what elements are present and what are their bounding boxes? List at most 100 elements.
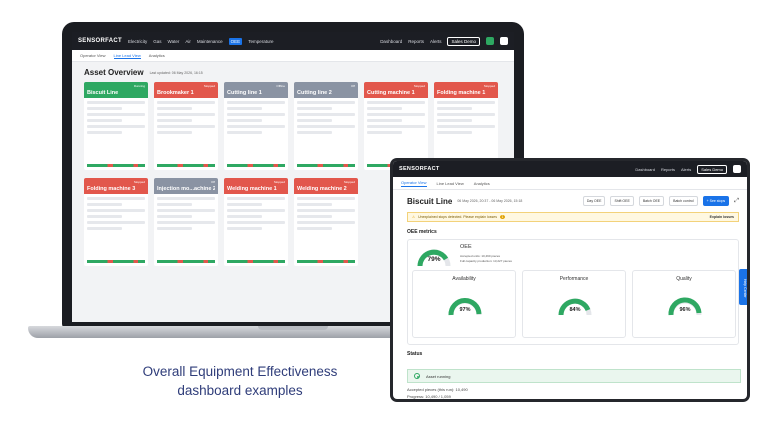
- link-alerts[interactable]: Alerts: [430, 39, 442, 44]
- laptop-logo: SENSORFACT: [78, 38, 123, 44]
- tablet-tab-analytics[interactable]: Analytics: [474, 181, 490, 186]
- shift-oee-button[interactable]: Shift OEE: [610, 196, 634, 206]
- tablet-org-switcher[interactable]: Sales Demo: [697, 164, 727, 174]
- placeholder-line: [227, 215, 262, 218]
- nav-temperature[interactable]: Temperature: [248, 39, 273, 44]
- placeholder-line: [227, 209, 285, 212]
- performance-gauge: 84%: [555, 289, 595, 317]
- org-switcher[interactable]: Sales Demo: [447, 36, 480, 46]
- availability-card: Availability 97%: [412, 270, 516, 338]
- asset-card[interactable]: Off Cutting line 2: [294, 82, 358, 170]
- day-oee-button[interactable]: Day OEE: [582, 196, 606, 206]
- warning-text: Unexplained stops detected. Please expla…: [418, 215, 497, 219]
- placeholder-line: [297, 107, 332, 110]
- placeholder-line: [297, 227, 332, 230]
- tablet-link-dashboard[interactable]: Dashboard: [635, 167, 655, 172]
- link-dashboard[interactable]: Dashboard: [380, 39, 402, 44]
- expand-icon[interactable]: ⤢: [734, 198, 739, 205]
- asset-status: Stopped: [203, 84, 215, 88]
- tablet-tab-operator-view[interactable]: Operator View: [401, 180, 427, 187]
- placeholder-line: [87, 119, 122, 122]
- asset-name: Folding machine 3: [87, 186, 136, 192]
- status-text: Asset running: [426, 373, 451, 379]
- asset-name: Folding machine 1: [437, 90, 486, 96]
- asset-status: Stopped: [413, 84, 425, 88]
- availability-value: 97%: [459, 307, 471, 313]
- nav-air[interactable]: Air: [185, 39, 191, 44]
- batch-control-button[interactable]: Batch control: [669, 196, 698, 206]
- placeholder-line: [227, 197, 285, 200]
- asset-card-header: Stopped Folding machine 1: [434, 82, 498, 98]
- tab-operator-view[interactable]: Operator View: [80, 53, 106, 58]
- timeline-bar: [297, 260, 355, 263]
- asset-status: Off: [211, 180, 215, 184]
- placeholder-line: [227, 113, 285, 116]
- placeholder-line: [87, 215, 122, 218]
- nav-water[interactable]: Water: [168, 39, 180, 44]
- nav-maintenance[interactable]: Maintenance: [197, 39, 223, 44]
- tab-line-lead-view[interactable]: Line Lead View: [113, 53, 141, 59]
- batch-oee-button[interactable]: Batch OEE: [638, 196, 665, 206]
- asset-name: Cutting line 1: [227, 90, 262, 96]
- user-avatar[interactable]: [486, 37, 494, 45]
- performance-label: Performance: [559, 276, 589, 282]
- placeholder-line: [437, 113, 495, 116]
- menu-icon[interactable]: [500, 37, 508, 45]
- placeholder-line: [297, 221, 355, 224]
- quality-gauge: 96%: [665, 289, 705, 317]
- nav-gas[interactable]: Gas: [153, 39, 161, 44]
- asset-card[interactable]: Stopped Folding machine 1: [434, 82, 498, 170]
- nav-oee[interactable]: OEE: [228, 37, 243, 45]
- tablet-link-alerts[interactable]: Alerts: [681, 167, 691, 172]
- asset-card[interactable]: Running Biscuit Line: [84, 82, 148, 170]
- asset-card[interactable]: Stopped Cutting machine 1: [364, 82, 428, 170]
- asset-card[interactable]: Stopped Welding machine 2: [294, 178, 358, 266]
- tablet-screen: SENSORFACT Dashboard Reports Alerts Sale…: [393, 161, 747, 399]
- placeholder-line: [297, 203, 332, 206]
- warning-count-badge: 1: [499, 215, 505, 219]
- asset-status: Stopped: [483, 84, 495, 88]
- timeline-bar: [157, 260, 215, 263]
- oee-metrics-heading: OEE metrics: [407, 229, 437, 235]
- nav-electricity[interactable]: Electricity: [128, 39, 147, 44]
- tablet-tab-line-lead-view[interactable]: Line Lead View: [437, 181, 464, 186]
- link-reports[interactable]: Reports: [408, 39, 424, 44]
- placeholder-line: [227, 131, 262, 134]
- oee-metrics-panel: 79% OEE Accepted units: 10,490 pieces Fu…: [407, 239, 739, 345]
- placeholder-line: [157, 215, 192, 218]
- asset-card-header: Stopped Welding machine 1: [224, 178, 288, 194]
- explain-losses-link[interactable]: Explain losses: [710, 215, 734, 219]
- see-stops-button[interactable]: + See stops: [702, 196, 730, 206]
- placeholder-line: [87, 113, 145, 116]
- placeholder-line: [157, 131, 192, 134]
- accepted-run: Accepted pieces (this run): 10,490: [407, 387, 468, 392]
- placeholder-line: [437, 101, 495, 104]
- tab-analytics[interactable]: Analytics: [149, 53, 165, 58]
- asset-card[interactable]: Stopped Welding machine 1: [224, 178, 288, 266]
- status-heading: Status: [407, 351, 423, 357]
- asset-name: Injection mo...achine 2: [157, 186, 215, 192]
- placeholder-line: [87, 107, 122, 110]
- tablet-menu-icon[interactable]: [733, 165, 741, 173]
- performance-card: Performance 84%: [522, 270, 626, 338]
- quality-value: 96%: [679, 307, 691, 313]
- placeholder-line: [87, 203, 122, 206]
- asset-card[interactable]: Stopped Folding machine 3: [84, 178, 148, 266]
- asset-card-body: [84, 194, 148, 266]
- placeholder-line: [157, 113, 215, 116]
- tablet-mockup: SENSORFACT Dashboard Reports Alerts Sale…: [390, 158, 750, 402]
- help-center-tab[interactable]: Help Center: [739, 269, 747, 305]
- placeholder-line: [157, 107, 192, 110]
- asset-card-body: [224, 194, 288, 266]
- last-updated: Last updated: 06 May 2026, 16:15: [149, 70, 203, 75]
- placeholder-line: [227, 125, 285, 128]
- tablet-link-reports[interactable]: Reports: [661, 167, 675, 172]
- placeholder-line: [157, 101, 215, 104]
- asset-card[interactable]: Offline Cutting line 1: [224, 82, 288, 170]
- asset-card-body: [294, 98, 358, 170]
- laptop-topbar: SENSORFACT Electricity Gas Water Air Mai…: [72, 32, 514, 50]
- asset-card[interactable]: Off Injection mo...achine 2: [154, 178, 218, 266]
- placeholder-line: [157, 119, 192, 122]
- asset-card[interactable]: Stopped Brookmaker 1: [154, 82, 218, 170]
- oee-label: OEE: [460, 244, 472, 250]
